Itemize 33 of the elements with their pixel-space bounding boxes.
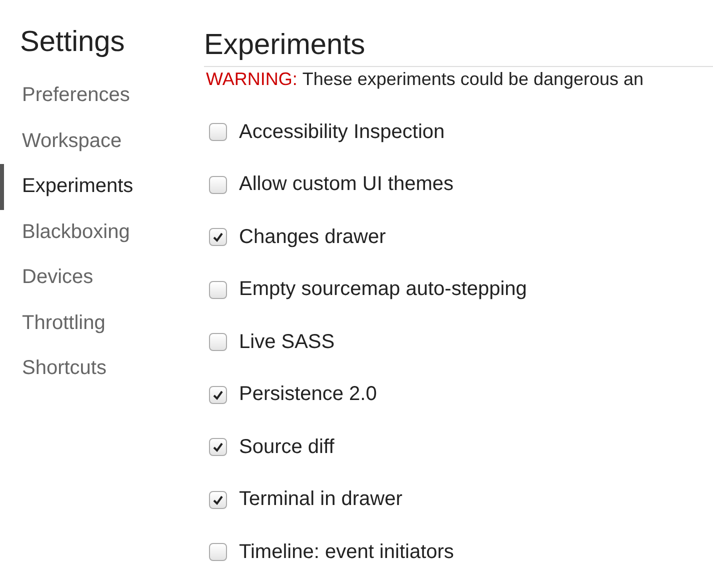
sidebar-item[interactable]: Experiments (0, 164, 204, 210)
checkbox[interactable] (209, 490, 227, 509)
experiment-label: Allow custom UI themes (239, 173, 454, 196)
checkbox[interactable] (209, 333, 227, 352)
experiment-label: Terminal in drawer (239, 488, 402, 512)
checkmark-icon (212, 494, 224, 506)
warning-text: These experiments could be dangerous an (302, 69, 644, 89)
experiment-label: Persistence 2.0 (239, 383, 377, 406)
checkmark-icon (212, 231, 224, 244)
experiment-label: Empty sourcemap auto-stepping (239, 278, 527, 302)
experiment-label: Live SASS (239, 330, 335, 354)
experiment-label: Source diff (239, 436, 334, 459)
experiment-label: Accessibility Inspection (239, 120, 445, 144)
checkbox[interactable] (209, 280, 227, 299)
checkmark-icon (212, 441, 224, 454)
panel-title: Experiments (204, 29, 366, 62)
sidebar-item[interactable]: Workspace (0, 118, 204, 164)
checkbox[interactable] (209, 386, 227, 404)
sidebar-item[interactable]: Shortcuts (0, 346, 204, 392)
sidebar-item[interactable]: Throttling (0, 300, 204, 346)
experiment-label: Changes drawer (239, 226, 386, 249)
checkbox[interactable] (209, 543, 227, 562)
checkbox[interactable] (209, 438, 227, 456)
settings-title: Settings (19, 26, 126, 59)
experiment-label: Timeline: event initiators (239, 540, 454, 564)
checkmark-icon (212, 388, 224, 401)
checkbox[interactable] (209, 228, 227, 246)
warning-label: WARNING: (206, 69, 298, 89)
checkbox[interactable] (209, 123, 227, 142)
checkbox[interactable] (209, 176, 227, 194)
sidebar-item[interactable]: Preferences (0, 73, 204, 118)
sidebar-item[interactable]: Blackboxing (0, 210, 204, 255)
sidebar-item[interactable]: Devices (0, 255, 204, 300)
